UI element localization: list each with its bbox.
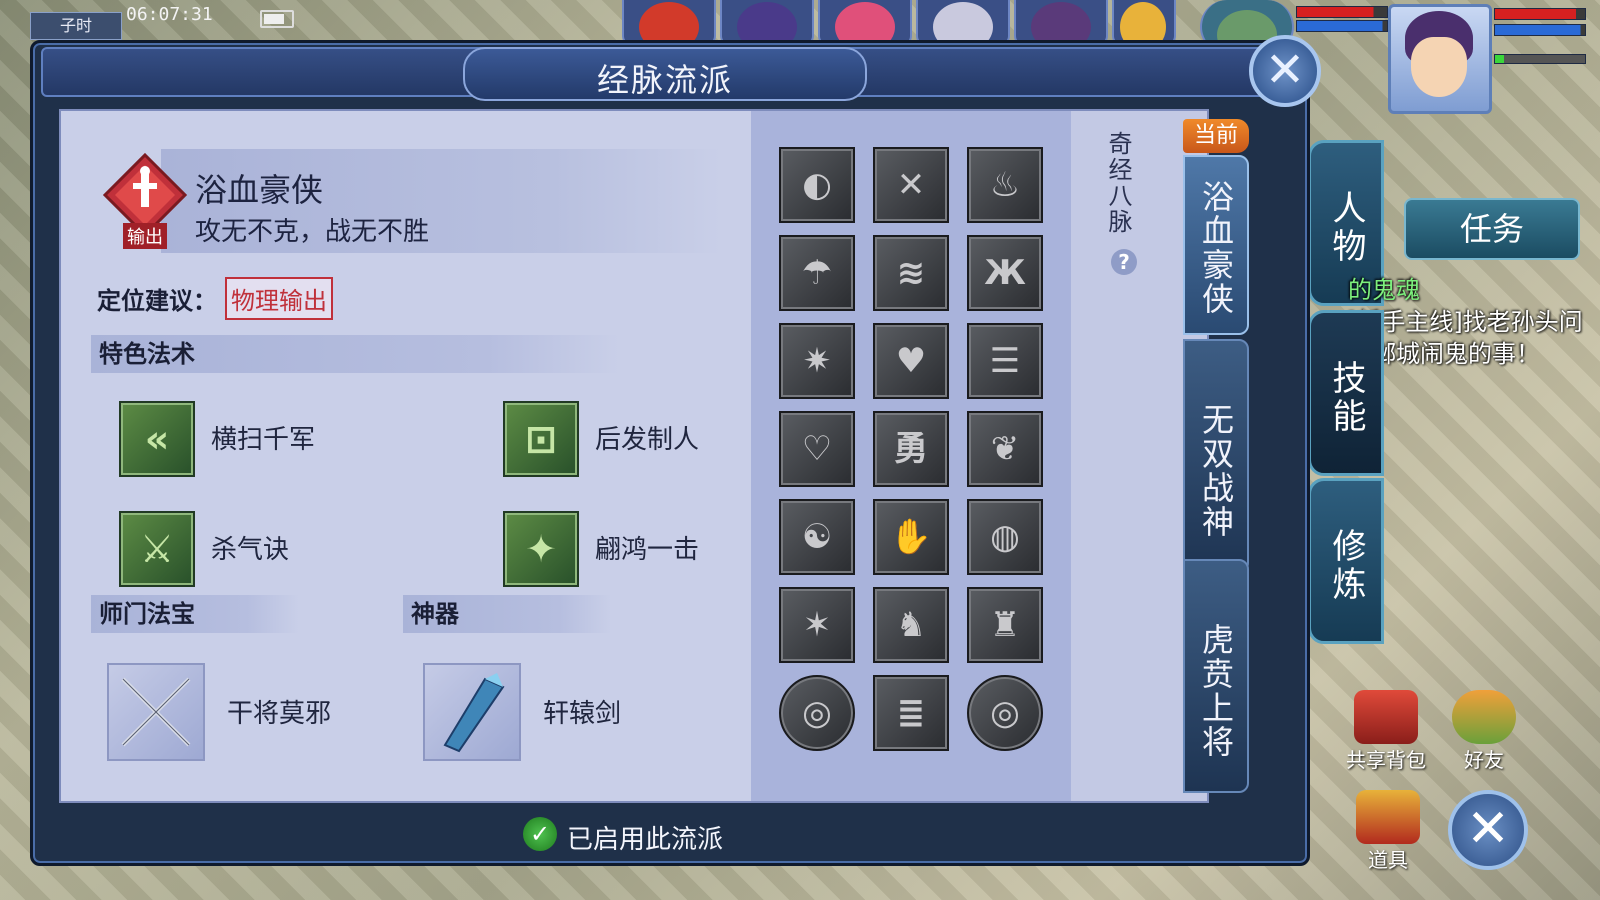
player-face [1411,37,1467,97]
top-hud: 子时 06:07:31 [0,0,1600,64]
title-plate: 经脉流派 [463,47,867,101]
chest-icon [1356,790,1420,844]
pet-hp-bar [1296,6,1388,18]
friends-label: 好友 [1464,748,1504,772]
meridian-node[interactable]: ☰ [967,323,1043,399]
positioning-tag: 物理输出 [225,277,333,320]
meridian-school-panel: 经脉流派 ✕ 输出 浴血豪侠 攻无不克，战无不胜 定位建议： 物理输出 特色法术… [30,35,1321,866]
meridian-node[interactable]: 勇 [873,411,949,487]
clock-time: 06:07:31 [126,4,213,25]
items-button[interactable]: 道具 [1356,790,1420,873]
close-icon[interactable]: ✕ [1249,35,1321,107]
treasure-chest-icon [1354,690,1418,744]
school-tab-huben[interactable]: 虎贲上将 [1183,559,1249,793]
skills-tab[interactable]: 技能 [1308,310,1384,476]
school-tab-wushuang[interactable]: 无双战神 [1183,339,1249,573]
skill-icon-killing-intent[interactable]: ⚔ [119,511,195,587]
meridian-node[interactable]: ♥ [873,323,949,399]
check-icon: ✓ [523,817,557,851]
enabled-status-text: 已启用此流派 [567,825,724,855]
meridian-title: 奇经八脉 [1104,131,1132,235]
meridian-node[interactable]: ≋ [873,235,949,311]
meridian-node[interactable]: ✷ [779,323,855,399]
meridian-node[interactable]: ☂ [779,235,855,311]
shared-bag-label: 共享背包 [1346,748,1426,772]
player-avatar[interactable] [1388,4,1492,114]
skill-label-swan-strike: 翩鸿一击 [595,535,700,565]
skill-label-counter: 后发制人 [595,425,700,455]
meridian-node[interactable]: ◎ [967,675,1043,751]
cultivate-tab[interactable]: 修炼 [1308,478,1384,644]
meridian-node[interactable]: ☯ [779,499,855,575]
meridian-node[interactable]: ✕ [873,147,949,223]
positioning-label: 定位建议： [97,287,217,315]
handshake-icon [1452,690,1516,744]
school-info-pane: 输出 浴血豪侠 攻无不克，战无不胜 定位建议： 物理输出 特色法术 « 横扫千军… [61,111,751,801]
footer-status: ✓ 已启用此流派 [33,801,1307,861]
meridian-node[interactable]: Ж [967,235,1043,311]
school-motto: 攻无不克，战无不胜 [195,217,430,247]
meridian-node[interactable]: ◍ [967,499,1043,575]
meridian-node[interactable]: ✶ [779,587,855,663]
quest-text-1[interactable]: 的鬼魂 [1348,270,1420,305]
skill-label-sweep: 横扫千军 [211,425,316,455]
skill-label-killing-intent: 杀气诀 [211,535,290,565]
skill-icon-swan-strike[interactable]: ✦ [503,511,579,587]
player-exp-bar [1494,54,1586,64]
emblem-label: 输出 [123,223,167,249]
meridian-node[interactable]: ♨ [967,147,1043,223]
treasure-name: 干将莫邪 [227,699,332,729]
meridian-node[interactable]: ◐ [779,147,855,223]
player-hp-bar [1494,8,1586,20]
xuanyuan-sword-icon[interactable] [423,663,521,761]
school-tab-yuxue[interactable]: 浴血豪侠 [1183,155,1249,335]
meridian-node[interactable]: ≣ [873,675,949,751]
items-label: 道具 [1368,848,1408,872]
special-skills-header: 特色法术 [91,335,619,373]
twin-swords-icon[interactable] [107,663,205,761]
school-name: 浴血豪侠 [195,171,324,209]
artifact-name: 轩辕剑 [543,699,622,729]
task-button[interactable]: 任务 [1404,198,1580,260]
pet-mp-bar [1296,20,1388,32]
meridian-grid: ◐ ✕ ♨ ☂ ≋ Ж ✷ ♥ ☰ ♡ 勇 ❦ ☯ ✋ ◍ ✶ ♞ ♜ ◎ ≣ … [751,111,1071,801]
current-badge: 当前 [1183,119,1249,153]
panel-body: 输出 浴血豪侠 攻无不克，战无不胜 定位建议： 物理输出 特色法术 « 横扫千军… [59,109,1209,803]
artifact-header: 神器 [403,595,611,633]
battery-icon [260,10,294,28]
time-of-day-badge: 子时 [30,12,122,40]
meridian-node[interactable]: ♜ [967,587,1043,663]
meridian-node[interactable]: ♞ [873,587,949,663]
meridian-node[interactable]: ✋ [873,499,949,575]
close-menu-button[interactable]: ✕ [1448,790,1528,870]
treasure-header: 师门法宝 [91,595,299,633]
panel-title: 经脉流派 [596,61,733,99]
panel-title-bar: 经脉流派 [41,47,1285,101]
meridian-node[interactable]: ♡ [779,411,855,487]
skill-icon-sweep[interactable]: « [119,401,195,477]
skill-icon-counter[interactable]: ⊡ [503,401,579,477]
meridian-node[interactable]: ◎ [779,675,855,751]
meridian-node[interactable]: ❦ [967,411,1043,487]
shared-bag-button[interactable]: 共享背包 [1346,690,1426,773]
player-mp-bar [1494,24,1586,36]
help-icon[interactable]: ? [1111,249,1137,275]
friends-button[interactable]: 好友 [1452,690,1516,773]
